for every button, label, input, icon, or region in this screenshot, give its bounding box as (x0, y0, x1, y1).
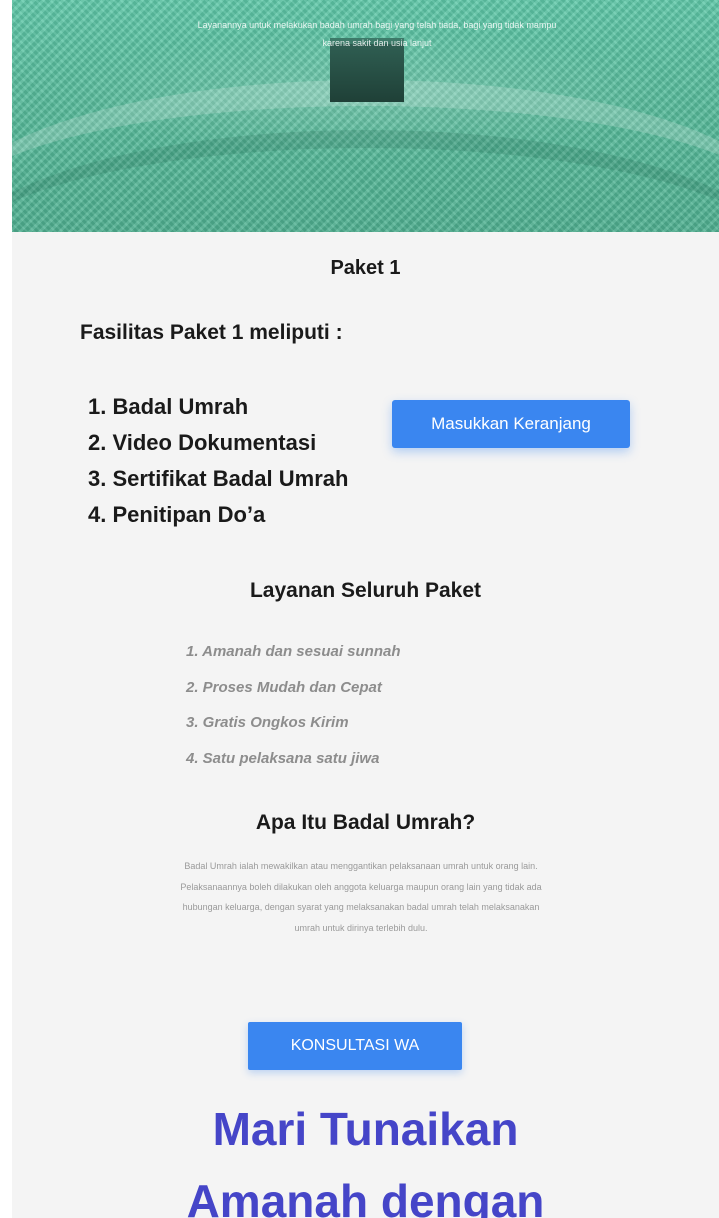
layanan-item: 2. Proses Mudah dan Cepat (186, 678, 382, 696)
cta-heading-line: Amanah dengan (186, 1175, 545, 1218)
hero-text-line: karena sakit dan usia lanjut (322, 38, 432, 48)
whatsapp-consult-button[interactable]: KONSULTASI WA (248, 1022, 462, 1070)
fasilitas-list: 1. Badal Umrah 2. Video Dokumentasi 3. S… (88, 391, 348, 535)
layanan-item: 1. Amanah dan sesuai sunnah (186, 643, 401, 660)
cta-heading: Mari Tunaikan Amanah dengan (12, 1093, 719, 1218)
hero-banner: Layanannya untuk melakukan badah umrah b… (12, 0, 719, 232)
hero-text-line: Layanannya untuk melakukan badah umrah b… (197, 20, 557, 30)
apa-itu-title: Apa Itu Badal Umrah? (255, 811, 476, 834)
fasilitas-item: 3. Sertifikat Badal Umrah (88, 466, 349, 491)
fasilitas-item: 2. Video Dokumentasi (88, 430, 317, 455)
layanan-title: Layanan Seluruh Paket (249, 579, 482, 602)
add-to-cart-button[interactable]: Masukkan Keranjang (392, 400, 630, 448)
layanan-item: 4. Satu pelaksana satu jiwa (186, 749, 380, 767)
layanan-item: 3. Gratis Ongkos Kirim (186, 714, 349, 731)
apa-itu-description: Badal Umrah ialah mewakilkan atau mengga… (180, 861, 542, 933)
page: Layanannya untuk melakukan badah umrah b… (0, 0, 719, 1218)
fasilitas-item: 1. Badal Umrah (88, 394, 249, 419)
hero-text: Layanannya untuk melakukan badah umrah b… (162, 16, 592, 52)
left-edge-strip (0, 0, 12, 1218)
paket-title: Paket 1 (330, 257, 401, 279)
fasilitas-heading: Fasilitas Paket 1 meliputi : (80, 321, 343, 344)
cta-heading-line: Mari Tunaikan (212, 1103, 519, 1155)
fasilitas-item: 4. Penitipan Do’a (88, 502, 266, 527)
layanan-list: 1. Amanah dan sesuai sunnah 2. Proses Mu… (186, 640, 401, 782)
